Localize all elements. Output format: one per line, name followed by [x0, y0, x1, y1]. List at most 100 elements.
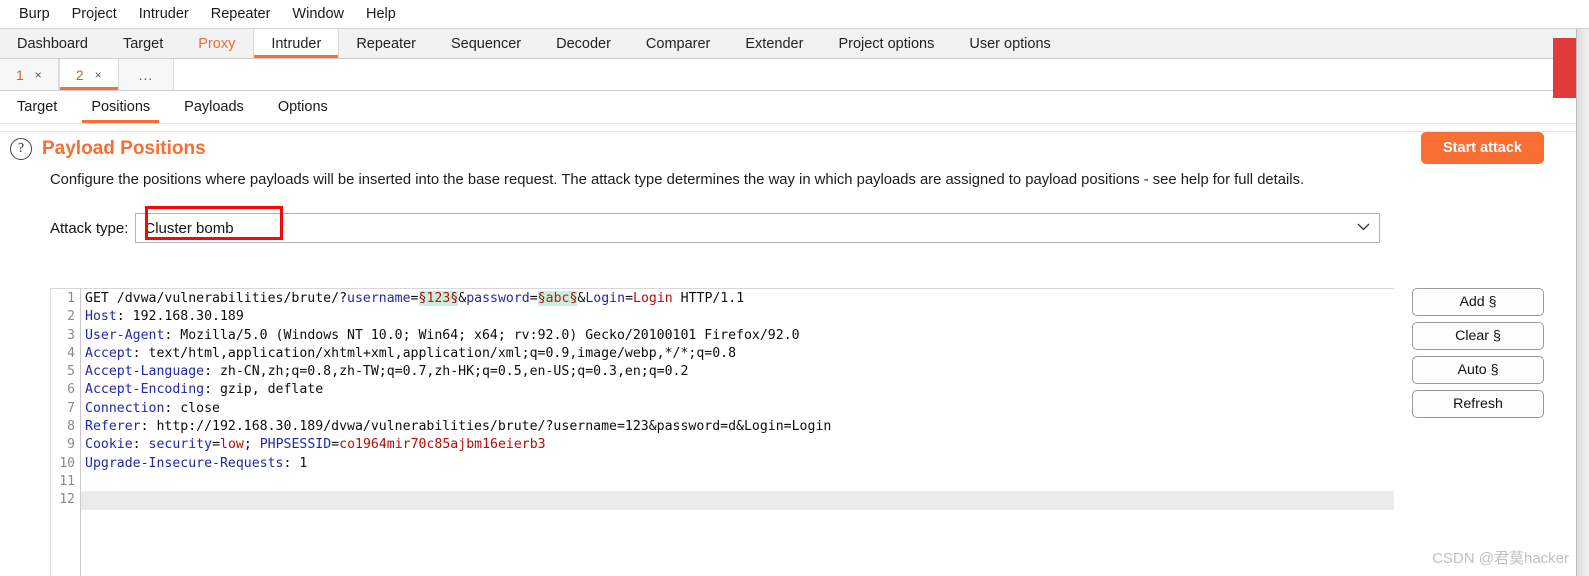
attack-tab-1[interactable]: 1 × — [0, 59, 59, 90]
menu-item-intruder[interactable]: Intruder — [128, 4, 200, 24]
request-line[interactable]: Connection: close — [81, 400, 1394, 418]
request-token: co1964mir70c85ajbm16eierb3 — [339, 437, 546, 453]
main-tab-bar: Dashboard Target Proxy Intruder Repeater Sequ… — [0, 28, 1589, 59]
request-token: abc — [545, 291, 570, 306]
request-token: = — [212, 437, 221, 453]
request-token: User-Agent — [85, 327, 165, 343]
request-line[interactable]: Accept-Encoding: gzip, deflate — [81, 381, 1394, 399]
close-icon[interactable]: × — [35, 68, 42, 82]
chevron-down-glyph — [1357, 223, 1370, 231]
line-number: 8 — [67, 419, 75, 435]
request-token: Cookie — [85, 437, 133, 453]
start-attack-button[interactable]: Start attack — [1421, 132, 1544, 164]
request-token: & — [458, 291, 467, 306]
menu-item-help[interactable]: Help — [355, 4, 407, 24]
tab-decoder[interactable]: Decoder — [539, 29, 629, 58]
tab-user-options[interactable]: User options — [952, 29, 1068, 58]
request-editor[interactable]: 1 2 3 4 5 6 7 8 9 10 11 12 GET /dvwa/vulnerabilitie… — [50, 288, 1394, 576]
line-number: 9 — [67, 437, 75, 453]
menu-bar: Burp Project Intruder Repeater Window Help — [0, 0, 1589, 28]
tab-dashboard[interactable]: Dashboard — [0, 29, 106, 58]
menu-item-burp[interactable]: Burp — [8, 4, 61, 24]
request-token: : — [132, 437, 149, 453]
request-token: Login — [633, 291, 673, 306]
request-token: = — [331, 437, 340, 453]
request-token: : http://192.168.30.189/dvwa/vulnerabili… — [140, 419, 832, 435]
side-notification-tab[interactable] — [1553, 38, 1576, 98]
close-icon[interactable]: × — [95, 68, 102, 82]
request-token: : close — [164, 400, 220, 416]
tab-comparer[interactable]: Comparer — [629, 29, 728, 58]
tab-target[interactable]: Target — [106, 29, 181, 58]
position-marker-buttons: Add § Clear § Auto § Refresh — [1412, 288, 1544, 418]
request-line[interactable] — [81, 473, 1394, 491]
intruder-sub-tab-bar: Target Positions Payloads Options — [0, 91, 1589, 124]
panel-description: Configure the positions where payloads w… — [50, 172, 1305, 188]
button-auto[interactable]: Auto § — [1412, 356, 1544, 384]
sub-tab-target[interactable]: Target — [0, 91, 74, 123]
attack-tab-2[interactable]: 2 × — [58, 59, 119, 90]
line-number: 4 — [67, 345, 75, 361]
attack-type-row: Attack type: Cluster bomb — [50, 206, 1589, 243]
request-line[interactable]: User-Agent: Mozilla/5.0 (Windows NT 10.0… — [81, 327, 1394, 345]
request-line[interactable]: Cookie: security=low; PHPSESSID=co1964mi… — [81, 436, 1394, 454]
menu-item-project[interactable]: Project — [61, 4, 128, 24]
attack-type-value: Cluster bomb — [144, 219, 234, 237]
request-line[interactable] — [81, 491, 1394, 510]
request-token: GET /dvwa/vulnerabilities/brute/? — [85, 291, 348, 306]
tab-extender[interactable]: Extender — [728, 29, 821, 58]
page-title: Payload Positions — [42, 138, 206, 159]
request-code-area[interactable]: GET /dvwa/vulnerabilities/brute/?usernam… — [81, 289, 1394, 576]
button-refresh[interactable]: Refresh — [1412, 390, 1544, 418]
tab-sequencer[interactable]: Sequencer — [434, 29, 539, 58]
request-token: : text/html,application/xhtml+xml,applic… — [132, 345, 737, 361]
request-token: PHPSESSID — [259, 437, 332, 453]
button-add[interactable]: Add § — [1412, 288, 1544, 316]
burp-suite-window: Burp Project Intruder Repeater Window Help Da… — [0, 0, 1589, 576]
line-number: 6 — [67, 382, 75, 398]
request-line[interactable]: Accept: text/html,application/xhtml+xml,… — [81, 345, 1394, 363]
request-line[interactable]: Accept-Language: zh-CN,zh;q=0.8,zh-TW;q=… — [81, 363, 1394, 381]
menu-item-window[interactable]: Window — [281, 4, 355, 24]
request-token: : gzip, deflate — [204, 382, 324, 398]
line-number: 5 — [67, 364, 75, 380]
request-token: : Mozilla/5.0 (Windows NT 10.0; Win64; x… — [164, 327, 800, 343]
tab-repeater[interactable]: Repeater — [339, 29, 434, 58]
line-number: 2 — [67, 309, 75, 325]
positions-panel: ? Payload Positions Configure the positi… — [0, 124, 1589, 243]
request-token: 123 — [426, 291, 451, 306]
right-scroll-rail[interactable] — [1576, 29, 1589, 576]
attack-type-label: Attack type: — [50, 219, 129, 237]
request-token: : zh-CN,zh;q=0.8,zh-TW;q=0.7,zh-HK;q=0.5… — [204, 364, 689, 380]
request-line[interactable]: Upgrade-Insecure-Requests: 1 — [81, 455, 1394, 473]
request-token: Host — [85, 309, 117, 325]
request-token: = — [625, 291, 634, 306]
tab-proxy[interactable]: Proxy — [181, 29, 253, 58]
request-token: : 192.168.30.189 — [116, 309, 244, 325]
attack-tab-more-button[interactable]: ... — [118, 59, 175, 90]
tab-intruder[interactable]: Intruder — [253, 29, 340, 58]
sub-tab-positions[interactable]: Positions — [74, 91, 167, 123]
attack-tab-label: 2 — [75, 66, 84, 83]
watermark: CSDN @君莫hacker — [1432, 550, 1569, 567]
request-line[interactable]: GET /dvwa/vulnerabilities/brute/?usernam… — [81, 290, 1394, 308]
sub-tab-payloads[interactable]: Payloads — [167, 91, 261, 123]
request-line[interactable]: Referer: http://192.168.30.189/dvwa/vuln… — [81, 418, 1394, 436]
sub-tab-options[interactable]: Options — [261, 91, 345, 123]
panel-title-row: ? Payload Positions — [0, 124, 1589, 160]
request-token: security — [148, 437, 213, 453]
attack-type-select[interactable]: Cluster bomb — [135, 213, 1381, 243]
request-token: password — [466, 291, 530, 306]
request-token: Accept — [85, 345, 133, 361]
line-number: 11 — [59, 473, 75, 489]
help-icon[interactable]: ? — [10, 138, 32, 160]
panel-divider — [0, 131, 1576, 132]
chevron-down-icon — [1357, 222, 1370, 234]
menu-item-repeater[interactable]: Repeater — [200, 4, 282, 24]
request-token: low — [220, 437, 244, 453]
tab-project-options[interactable]: Project options — [821, 29, 952, 58]
request-token: = — [410, 291, 419, 306]
button-clear[interactable]: Clear § — [1412, 322, 1544, 350]
request-token: = — [529, 291, 538, 306]
request-line[interactable]: Host: 192.168.30.189 — [81, 308, 1394, 326]
